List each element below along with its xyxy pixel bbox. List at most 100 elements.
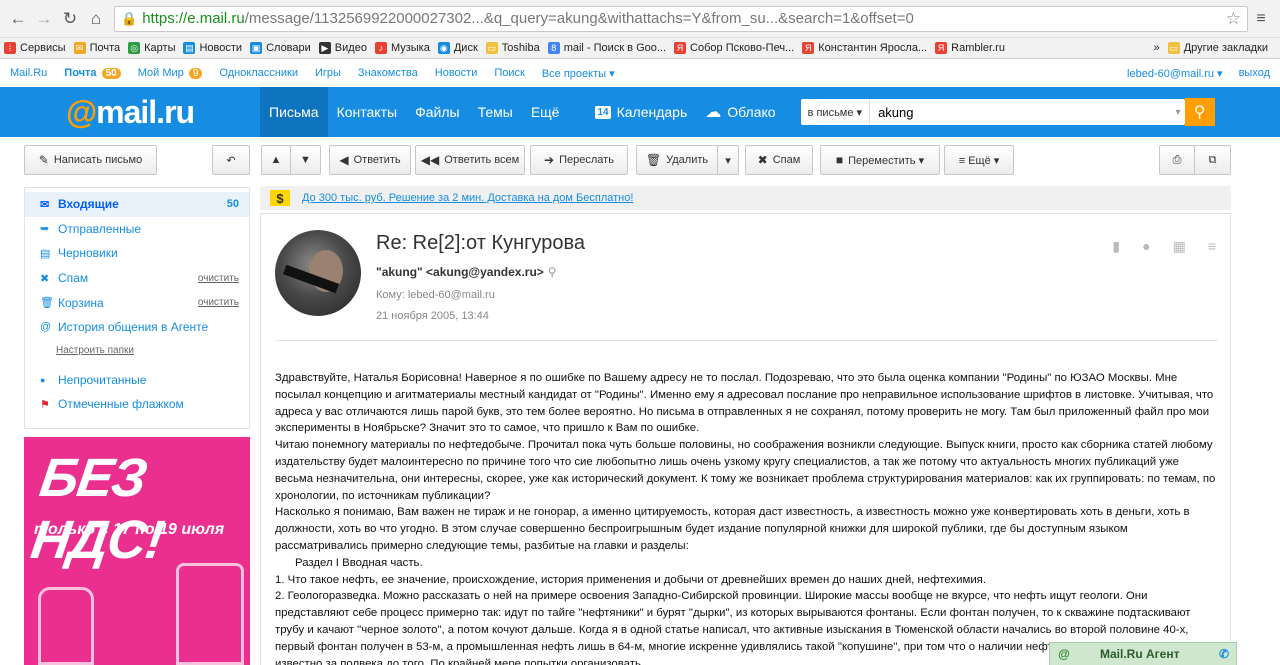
message-sender[interactable]: "akung" <akung@yandex.ru> ⚲ — [376, 265, 557, 279]
chevron-down-icon: ▾ — [725, 154, 731, 167]
compose-button[interactable]: ✎ Написать письмо — [24, 145, 157, 175]
message-menu-icon[interactable]: ≡ — [1208, 238, 1216, 255]
fridge-illustration — [176, 563, 244, 665]
portal-link-search[interactable]: Поиск — [494, 67, 524, 79]
portal-link-mail[interactable]: Почта 50 — [64, 67, 121, 79]
clear-trash-link[interactable]: очистить — [198, 297, 239, 308]
bookmark-item[interactable]: Я Константин Яросла... — [802, 42, 927, 54]
print-button[interactable]: ⎙ — [1159, 145, 1195, 175]
address-bar[interactable]: 🔒 https://e.mail.ru /message/11325699220… — [114, 5, 1248, 32]
browser-menu-icon[interactable]: ≡ — [1248, 10, 1274, 28]
bookmark-item[interactable]: ◎ Карты — [128, 42, 175, 54]
nav-contacts[interactable]: Контакты — [328, 87, 406, 137]
home-icon[interactable]: ⌂ — [84, 7, 108, 31]
new-window-icon: ⧉ — [1208, 153, 1217, 166]
search-scope-select[interactable]: в письме ▾ — [801, 99, 871, 125]
disk-icon: ◉ — [437, 42, 450, 54]
ad-link[interactable]: До 300 тыс. руб. Решение за 2 мин. Доста… — [302, 192, 633, 204]
bookmark-item[interactable]: ◉ Диск — [437, 42, 478, 54]
printer-icon: ⎙ — [1172, 153, 1182, 166]
nav-files[interactable]: Файлы — [406, 87, 468, 137]
bookmark-item[interactable]: Я Собор Псково-Печ... — [674, 42, 794, 54]
portal-link-ok[interactable]: Одноклассники — [219, 67, 298, 79]
nav-more[interactable]: Ещё — [522, 87, 569, 137]
setup-folders-link[interactable]: Настроить папки — [25, 340, 249, 362]
search-history-caret[interactable]: ▾ — [1172, 107, 1185, 118]
bookmark-star-icon[interactable]: ☆ — [1226, 9, 1241, 29]
phone-icon[interactable]: ✆ — [1212, 647, 1236, 661]
read-status-icon[interactable]: ● — [1142, 238, 1150, 255]
portal-link-mailru[interactable]: Mail.Ru — [10, 67, 47, 79]
bookmark-item[interactable]: ✉ Почта — [73, 42, 120, 54]
bookmark-item[interactable]: Я Rambler.ru — [935, 42, 1005, 54]
delete-button[interactable]: 🗑 Удалить — [636, 145, 718, 175]
folder-agent-history[interactable]: @ История общения в Агенте — [25, 315, 249, 340]
at-icon: @ — [40, 321, 52, 334]
folder-spam[interactable]: ✖ Спам очистить — [25, 266, 249, 291]
mailru-agent-widget[interactable]: @ Mail.Ru Агент ✆ — [1049, 642, 1237, 665]
body-paragraph: 1. Что такое нефть, ее значение, происхо… — [275, 573, 987, 586]
nav-themes[interactable]: Темы — [469, 87, 522, 137]
delete-dropdown-button[interactable]: ▾ — [717, 145, 739, 175]
reload-button[interactable]: ↻ — [58, 7, 82, 31]
mail-icon: ✉ — [73, 42, 86, 54]
bookmark-flag-icon[interactable]: ▮ — [1112, 238, 1120, 255]
filter-unread[interactable]: ● Непрочитанные — [25, 368, 249, 393]
forward-nav-button[interactable]: → — [32, 7, 56, 31]
folder-sent[interactable]: ➥ Отправленные — [25, 217, 249, 242]
portal-link-moimir[interactable]: Мой Мир 9 — [138, 67, 203, 79]
reply-icon: ◀ — [339, 153, 349, 167]
bookmark-item[interactable]: ♪ Музыка — [374, 42, 430, 54]
lock-icon: 🔒 — [121, 10, 138, 26]
folder-trash[interactable]: 🗑 Корзина очистить — [25, 290, 249, 315]
search-sender-icon[interactable]: ⚲ — [548, 265, 557, 279]
next-message-button[interactable]: ▼ — [290, 145, 321, 175]
reply-button[interactable]: ◀ Ответить — [329, 145, 411, 175]
open-window-button[interactable]: ⧉ — [1194, 145, 1231, 175]
back-to-list-button[interactable]: ↶ — [212, 145, 250, 175]
bookmark-item[interactable]: ▶ Видео — [318, 42, 367, 54]
calendar-event-icon[interactable]: ▦ — [1173, 238, 1186, 255]
spam-icon: ✖ — [40, 272, 50, 285]
mailru-logo[interactable]: @ mail.ru — [0, 87, 260, 137]
reply-all-button[interactable]: ◀◀ Ответить всем — [415, 145, 525, 175]
other-bookmarks[interactable]: ▭ Другие закладки — [1167, 42, 1268, 54]
more-bookmarks-button[interactable]: » — [1154, 42, 1160, 54]
search-button[interactable]: ⚲ — [1184, 98, 1215, 126]
bookmark-item[interactable]: ▤ Новости — [183, 42, 242, 54]
yandex-icon: Я — [935, 42, 948, 54]
prev-message-button[interactable]: ▲ — [261, 145, 291, 175]
promo-banner[interactable]: БЕЗ НДС! только с 17 по 19 июля — [24, 437, 250, 665]
message-view: Re: Re[2]:от Кунгурова "akung" <akung@ya… — [260, 213, 1231, 665]
bookmark-item[interactable]: ⁞ Сервисы — [4, 42, 66, 54]
nav-letters[interactable]: Письма — [260, 87, 328, 137]
forward-button[interactable]: ➔ Переслать — [530, 145, 628, 175]
bookmark-item[interactable]: ▣ Словари — [250, 42, 311, 54]
portal-link-all-projects[interactable]: Все проекты ▾ — [542, 67, 615, 80]
search-icon: ⚲ — [1193, 104, 1206, 121]
logout-link[interactable]: выход — [1239, 67, 1270, 80]
draft-icon: ▤ — [40, 247, 51, 260]
portal-link-news[interactable]: Новости — [435, 67, 478, 79]
more-actions-button[interactable]: ≡ Ещё ▾ — [944, 145, 1014, 175]
calendar-icon: 14 — [595, 105, 611, 119]
spam-button[interactable]: ✖ Спам — [745, 145, 813, 175]
trash-icon: 🗑 — [645, 153, 662, 167]
back-button[interactable]: ← — [6, 7, 30, 31]
portal-link-dating[interactable]: Знакомства — [358, 67, 418, 79]
nav-cloud[interactable]: ☁ Облако — [696, 87, 784, 137]
nav-calendar[interactable]: 14 Календарь — [586, 87, 696, 137]
folder-drafts[interactable]: ▤ Черновики — [25, 241, 249, 266]
filter-flagged[interactable]: ⚑ Отмеченные флажком — [25, 392, 249, 417]
search-input[interactable] — [870, 100, 1172, 124]
undo-arrow-icon: ↶ — [226, 154, 236, 167]
clear-spam-link[interactable]: очистить — [198, 273, 239, 284]
user-menu[interactable]: lebed-60@mail.ru ▾ — [1127, 67, 1223, 80]
chevron-down-icon: ▼ — [300, 154, 311, 166]
folder-inbox[interactable]: ✉ Входящие 50 — [25, 192, 249, 217]
bookmark-item[interactable]: ▭ Toshiba — [485, 42, 540, 54]
move-button[interactable]: ■ Переместить ▾ — [820, 145, 940, 175]
bookmark-item[interactable]: 8 mail - Поиск в Goo... — [547, 42, 666, 54]
portal-link-games[interactable]: Игры — [315, 67, 341, 79]
url-path: /message/1132569922000027302...&q_query=… — [244, 10, 914, 27]
